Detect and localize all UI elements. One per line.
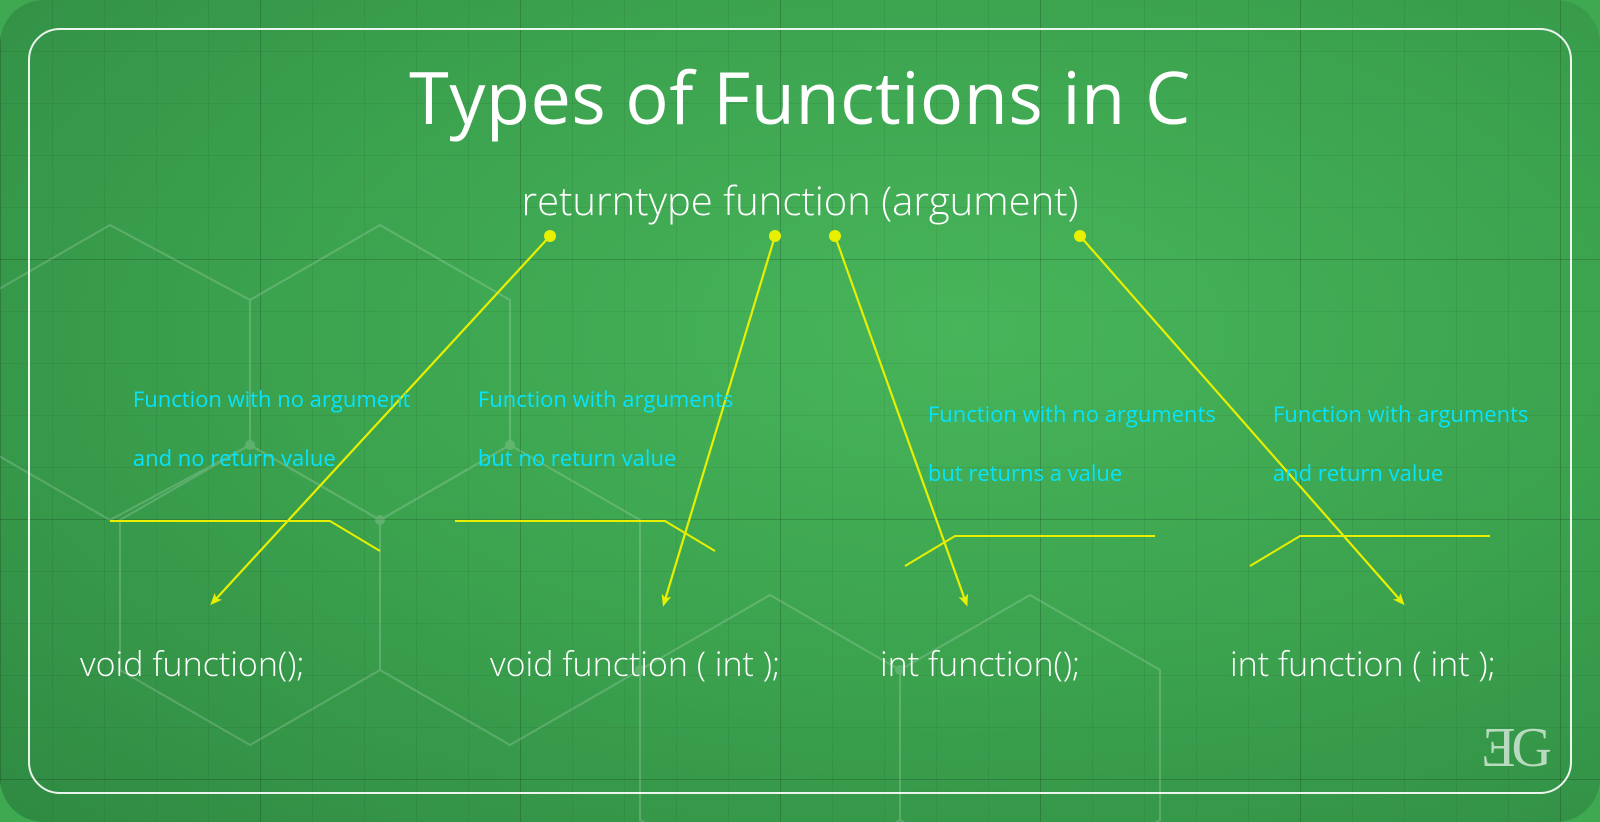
diagram-subtitle: returntype function (argument) bbox=[0, 172, 1600, 227]
callout-underline bbox=[905, 532, 1225, 572]
callout-underline bbox=[110, 517, 430, 557]
diagram-title: Types of Functions in C bbox=[0, 48, 1600, 146]
callout-underline bbox=[1250, 532, 1570, 572]
signature-int-noarg: int function(); bbox=[880, 640, 1080, 686]
callout-text-line2: but returns a value bbox=[928, 458, 1122, 488]
diagram-canvas: Types of Functions in C returntype funct… bbox=[0, 0, 1600, 822]
callout-underline bbox=[455, 517, 775, 557]
gfg-logo: ƎG bbox=[1481, 716, 1548, 780]
signature-int-arg: int function ( int ); bbox=[1230, 640, 1496, 686]
callout-text-line1: Function with arguments bbox=[1273, 399, 1529, 429]
callout-text-line2: and return value bbox=[1273, 458, 1443, 488]
callout-no-arg-return: Function with no arguments but returns a… bbox=[905, 370, 1205, 548]
callout-no-arg-no-return: Function with no argument and no return … bbox=[110, 355, 410, 533]
callout-text-line1: Function with no argument bbox=[133, 384, 411, 414]
callout-arg-no-return: Function with arguments but no return va… bbox=[455, 355, 745, 533]
callout-text-line2: but no return value bbox=[478, 443, 676, 473]
callout-text-line2: and no return value bbox=[133, 443, 336, 473]
signature-void-noarg: void function(); bbox=[80, 640, 305, 686]
callout-text-line1: Function with arguments bbox=[478, 384, 734, 414]
signature-void-arg: void function ( int ); bbox=[490, 640, 780, 686]
callout-text-line1: Function with no arguments bbox=[928, 399, 1216, 429]
callout-arg-return: Function with arguments and return value bbox=[1250, 370, 1540, 548]
